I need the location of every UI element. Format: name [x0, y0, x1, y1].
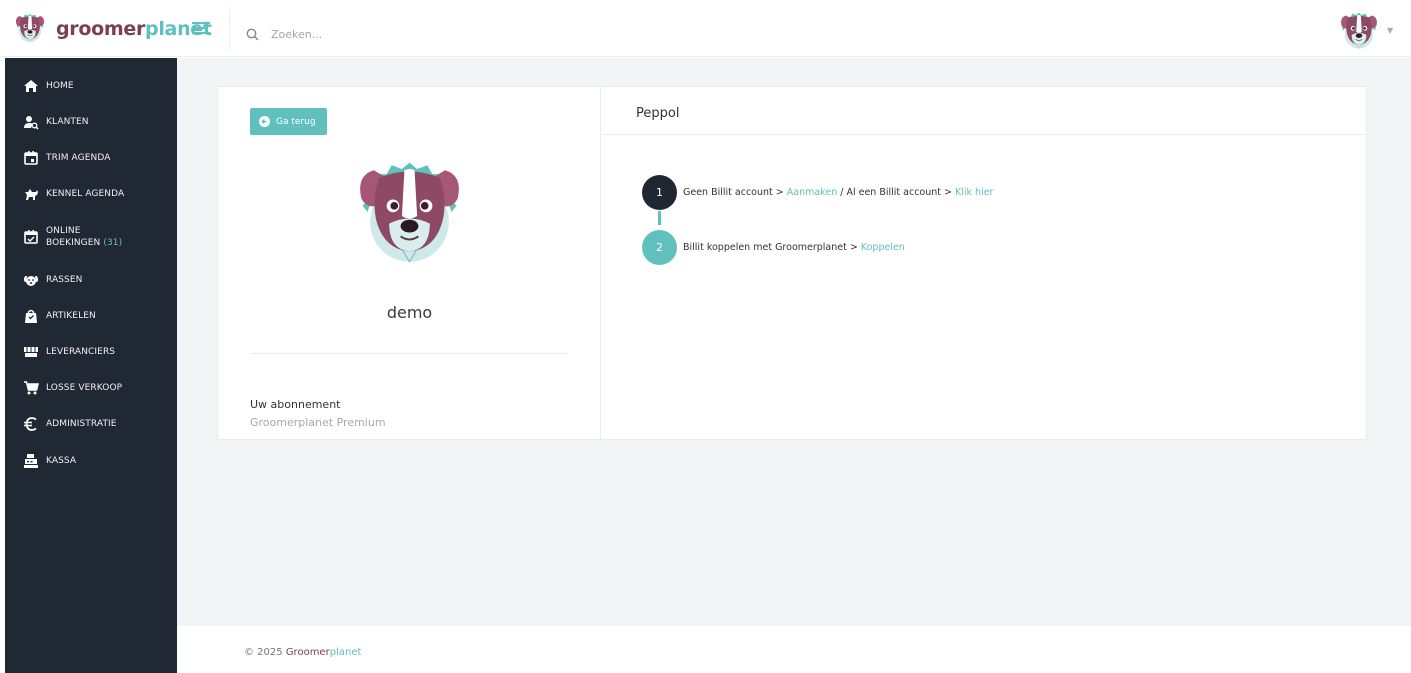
sidebar-item-label: RASSEN [46, 275, 83, 285]
connect-link[interactable]: Koppelen [861, 242, 905, 253]
sidebar-item-label: TRIM AGENDA [46, 153, 111, 163]
footer-brand-part1: Groomer [285, 647, 330, 658]
sidebar-item-label: KENNEL AGENDA [46, 189, 125, 199]
step-text: Billit koppelen met Groomerplanet > Kopp… [683, 242, 905, 253]
copyright: © 2025 Groomerplanet [244, 647, 361, 658]
search-input[interactable] [271, 27, 571, 41]
peppol-divider [602, 134, 1367, 135]
peppol-panel: Peppol 1 Geen Billit account > Aanmaken … [602, 87, 1367, 439]
peppol-title: Peppol [636, 106, 680, 121]
profile-panel: Ga terug demo Uw abonnement Groomerplane… [218, 87, 601, 439]
calendar-icon [24, 151, 38, 165]
sidebar-item-label: ADMINISTRATIE [46, 419, 117, 429]
sidebar-item-label-line2: BOEKINGEN [46, 238, 101, 248]
sidebar-item-klanten[interactable]: KLANTEN [5, 114, 177, 130]
subscription-value: Groomerplanet Premium [250, 416, 386, 429]
footer: © 2025 Groomerplanet [177, 626, 1411, 673]
brand-name-part1: groomer [56, 18, 146, 40]
arrow-left-circle-icon [259, 116, 270, 127]
sidebar-item-label: KLANTEN [46, 117, 89, 127]
user-search-icon [24, 116, 39, 130]
cart-icon [24, 381, 39, 395]
subscription-label: Uw abonnement [250, 398, 341, 411]
sidebar-item-online-boekingen[interactable]: ONLINE BOEKINGEN (31) [5, 222, 177, 252]
click-here-link[interactable]: Klik hier [955, 187, 993, 198]
peppol-step-2: 2 Billit koppelen met Groomerplanet > Ko… [642, 230, 905, 265]
step-text-part: Geen Billit account > [683, 187, 787, 198]
sidebar-item-administratie[interactable]: ADMINISTRATIE [5, 416, 177, 432]
step-text-part: / Al een Billit account > [837, 187, 956, 198]
user-menu[interactable]: ▼ [1336, 9, 1393, 57]
top-bar: groomerplanet ▼ [0, 0, 1411, 57]
create-account-link[interactable]: Aanmaken [787, 187, 837, 198]
step-text-part: Billit koppelen met Groomerplanet > [683, 242, 861, 253]
menu-toggle-icon[interactable] [192, 22, 212, 36]
chevron-down-icon[interactable]: ▼ [1387, 26, 1393, 35]
bookings-count-badge: (31) [103, 238, 123, 248]
step-number-badge: 1 [642, 175, 677, 210]
sidebar-item-artikelen[interactable]: ARTIKELEN [5, 308, 177, 324]
header-divider [229, 6, 230, 51]
brand-logo[interactable]: groomerplanet [12, 10, 212, 48]
sidebar-item-label: LOSSE VERKOOP [46, 383, 123, 393]
sidebar-item-kassa[interactable]: KASSA [5, 453, 177, 469]
dog-logo-icon [12, 11, 48, 47]
user-avatar[interactable] [1336, 9, 1382, 55]
step-text: Geen Billit account > Aanmaken / Al een … [683, 187, 993, 198]
sidebar-item-label: HOME [46, 81, 74, 91]
calendar-check-icon [24, 230, 38, 244]
sidebar-item-home[interactable]: HOME [5, 78, 177, 94]
sidebar-item-rassen[interactable]: RASSEN [5, 272, 177, 288]
profile-card: Ga terug demo Uw abonnement Groomerplane… [217, 86, 1367, 440]
sidebar-item-label: ONLINE BOEKINGEN (31) [46, 225, 122, 249]
sidebar-item-label-line1: ONLINE [46, 226, 81, 236]
store-icon [24, 347, 38, 357]
sidebar-item-losse-verkoop[interactable]: LOSSE VERKOOP [5, 380, 177, 396]
copyright-prefix: © 2025 [244, 647, 286, 658]
profile-avatar [346, 147, 473, 285]
sidebar-item-label: LEVERANCIERS [46, 347, 116, 357]
brand-name: groomerplanet [56, 18, 212, 40]
peppol-step-1: 1 Geen Billit account > Aanmaken / Al ee… [642, 175, 993, 210]
sidebar-item-kennel-agenda[interactable]: KENNEL AGENDA [5, 186, 177, 202]
sidebar: HOME KLANTEN TRIM AGENDA KENNEL AGENDA O… [5, 58, 177, 673]
sidebar-item-label: KASSA [46, 456, 77, 466]
home-icon [24, 80, 38, 92]
sidebar-item-leveranciers[interactable]: LEVERANCIERS [5, 344, 177, 360]
dog-icon [25, 189, 38, 200]
step-number-badge: 2 [642, 230, 677, 265]
shopping-bag-icon [25, 309, 37, 323]
back-button-label: Ga terug [276, 116, 316, 127]
back-button[interactable]: Ga terug [250, 108, 327, 135]
profile-name: demo [386, 303, 433, 322]
main-content: Ga terug demo Uw abonnement Groomerplane… [177, 58, 1411, 626]
search-icon [246, 28, 259, 40]
dog-face-icon [24, 276, 38, 286]
cash-register-icon [24, 454, 38, 468]
sidebar-item-trim-agenda[interactable]: TRIM AGENDA [5, 150, 177, 166]
sidebar-item-label: ARTIKELEN [46, 311, 96, 321]
search-bar [246, 22, 571, 46]
profile-divider [250, 353, 568, 354]
step-connector [658, 211, 661, 225]
euro-icon [24, 417, 37, 431]
footer-brand-part2: planet [329, 647, 362, 658]
